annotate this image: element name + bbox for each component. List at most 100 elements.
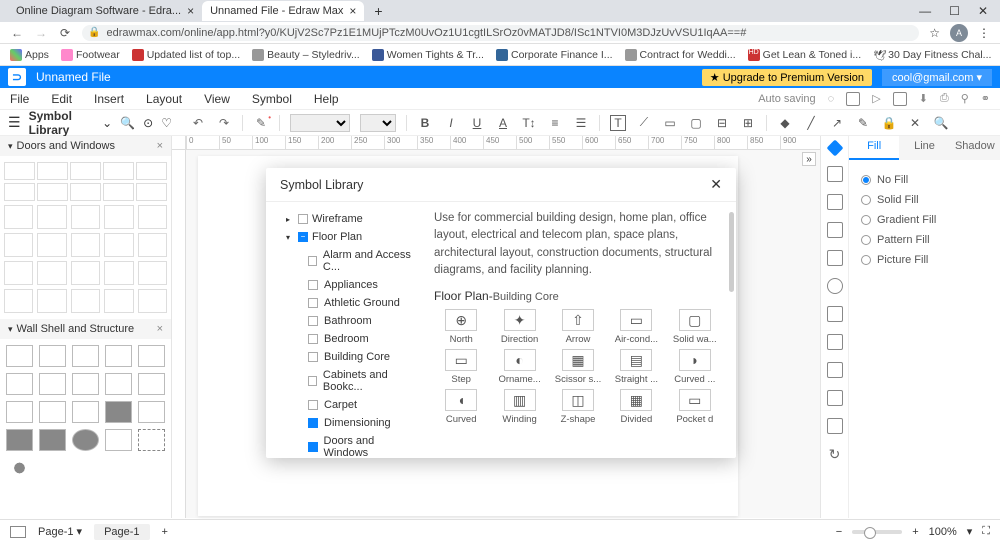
shape-item[interactable] bbox=[72, 345, 99, 367]
line-tool-icon[interactable]: ╱ bbox=[803, 116, 819, 130]
checkbox-icon[interactable] bbox=[308, 316, 318, 326]
zoom-slider[interactable] bbox=[852, 530, 902, 534]
checkbox-icon[interactable] bbox=[308, 298, 318, 308]
menu-edit[interactable]: Edit bbox=[51, 92, 72, 106]
play-icon[interactable]: ▷ bbox=[872, 92, 880, 105]
symbol-item[interactable] bbox=[138, 233, 167, 257]
radio-icon[interactable] bbox=[861, 195, 871, 205]
radio-icon[interactable] bbox=[861, 235, 871, 245]
tree-item[interactable]: Carpet bbox=[278, 396, 416, 414]
shape-item[interactable] bbox=[138, 401, 165, 423]
symbol-item[interactable] bbox=[4, 183, 35, 201]
radio-icon[interactable] bbox=[861, 175, 871, 185]
tree-item[interactable]: Alarm and Access C... bbox=[278, 246, 416, 276]
collab-icon[interactable]: ⚭ bbox=[981, 92, 990, 105]
symbol-preview[interactable]: ⇧Arrow bbox=[551, 309, 605, 345]
share-icon[interactable]: ⚲ bbox=[961, 92, 969, 105]
symbol-item[interactable] bbox=[37, 183, 68, 201]
target-icon[interactable]: ⊙ bbox=[143, 116, 153, 130]
bookmark-item[interactable]: Updated list of top... bbox=[132, 49, 240, 61]
quick-align-icon[interactable] bbox=[827, 222, 843, 238]
profile-avatar[interactable]: A bbox=[950, 24, 968, 42]
shape-item[interactable] bbox=[72, 373, 99, 395]
arrow-tool-icon[interactable]: ↗ bbox=[829, 116, 845, 130]
bookmark-item[interactable]: Women Tights & Tr... bbox=[372, 49, 484, 61]
reload-icon[interactable]: ⟳ bbox=[58, 26, 72, 40]
symbol-item[interactable] bbox=[4, 162, 35, 180]
checkbox-partial-icon[interactable]: − bbox=[298, 232, 308, 242]
star-icon[interactable]: ☆ bbox=[929, 26, 940, 40]
symbol-item[interactable] bbox=[104, 205, 133, 229]
symbol-preview[interactable]: ◖Curved bbox=[434, 389, 488, 425]
symbol-item[interactable] bbox=[71, 289, 100, 313]
quick-fill-icon[interactable] bbox=[826, 140, 843, 157]
ungroup-icon[interactable]: ⊟ bbox=[714, 116, 730, 130]
symbol-preview[interactable]: ▦Scissor s... bbox=[551, 349, 605, 385]
symbol-preview[interactable]: ◗Curved ... bbox=[668, 349, 722, 385]
tree-item[interactable]: Bedroom bbox=[278, 330, 416, 348]
checkbox-icon[interactable] bbox=[308, 352, 318, 362]
symbol-item[interactable] bbox=[37, 162, 68, 180]
toolbar-search-icon[interactable]: 🔍 bbox=[933, 116, 949, 130]
user-menu[interactable]: cool@gmail.com ▾ bbox=[882, 69, 992, 86]
shape-item[interactable] bbox=[105, 401, 132, 423]
app-logo-icon[interactable]: ⊃ bbox=[8, 68, 26, 86]
forward-icon[interactable]: → bbox=[34, 26, 48, 40]
checkbox-icon[interactable] bbox=[308, 400, 318, 410]
symbol-preview[interactable]: ⊕North bbox=[434, 309, 488, 345]
symbol-item[interactable] bbox=[138, 205, 167, 229]
bookmark-item[interactable]: Beauty – Styledriv... bbox=[252, 49, 360, 61]
minimize-icon[interactable]: — bbox=[919, 4, 931, 18]
shape-item[interactable] bbox=[39, 373, 66, 395]
quick-navigate-icon[interactable] bbox=[827, 194, 843, 210]
panel-expand-icon[interactable]: » bbox=[802, 152, 816, 166]
radio-icon[interactable] bbox=[861, 255, 871, 265]
symbol-preview[interactable]: ▭Pocket d bbox=[668, 389, 722, 425]
symbol-preview[interactable]: ▤Straight ... bbox=[609, 349, 663, 385]
symbol-item[interactable] bbox=[70, 183, 101, 201]
quick-gantt-icon[interactable] bbox=[827, 418, 843, 434]
symbol-item[interactable] bbox=[4, 289, 33, 313]
export-icon[interactable] bbox=[893, 92, 907, 106]
new-tab-button[interactable]: + bbox=[364, 3, 392, 19]
page-thumbnail-icon[interactable] bbox=[10, 526, 26, 538]
symbol-item[interactable] bbox=[103, 183, 134, 201]
shape-item[interactable] bbox=[72, 401, 99, 423]
close-icon[interactable]: × bbox=[349, 4, 356, 18]
quick-layout-icon[interactable] bbox=[827, 166, 843, 182]
tree-item[interactable]: Dimensioning bbox=[278, 414, 416, 432]
canvas[interactable]: » Symbol Library ✕ ▸Wireframe ▾−Floor Pl… bbox=[186, 150, 820, 518]
symbol-item[interactable] bbox=[136, 183, 167, 201]
underline-icon[interactable]: U bbox=[469, 116, 485, 130]
tab-fill[interactable]: Fill bbox=[849, 136, 899, 160]
bookmark-item[interactable]: HDGet Lean & Toned i... bbox=[748, 49, 861, 61]
back-icon[interactable]: ← bbox=[10, 26, 24, 40]
page-select[interactable]: Page-1 ▾ bbox=[38, 525, 82, 538]
radio-icon[interactable] bbox=[861, 215, 871, 225]
scrollbar[interactable] bbox=[729, 212, 734, 292]
symbol-preview[interactable]: ✦Direction bbox=[492, 309, 546, 345]
fill-option[interactable]: No Fill bbox=[861, 170, 988, 190]
symbol-item[interactable] bbox=[37, 261, 66, 285]
symbol-preview[interactable]: ◐Orname... bbox=[492, 349, 546, 385]
rounded-rect-icon[interactable]: ▢ bbox=[688, 116, 704, 130]
rect-icon[interactable]: ▭ bbox=[662, 116, 678, 130]
symbol-item[interactable] bbox=[138, 289, 167, 313]
print-icon[interactable]: ⎙ bbox=[940, 92, 949, 105]
checkbox-icon[interactable] bbox=[308, 442, 318, 452]
italic-icon[interactable]: I bbox=[443, 116, 459, 130]
symbol-item[interactable] bbox=[4, 261, 33, 285]
panel-header-doors[interactable]: ▾ Doors and Windows × bbox=[0, 136, 171, 156]
line-spacing-icon[interactable]: ☰ bbox=[573, 116, 589, 130]
browser-tab[interactable]: Online Diagram Software - Edra... × bbox=[8, 1, 202, 21]
symbol-item[interactable] bbox=[136, 162, 167, 180]
quick-hyperlink-icon[interactable] bbox=[827, 306, 843, 322]
format-painter-icon[interactable]: ✎• bbox=[253, 115, 269, 131]
tree-item[interactable]: Appliances bbox=[278, 276, 416, 294]
checkbox-icon[interactable] bbox=[308, 376, 317, 386]
quick-orgchart-icon[interactable] bbox=[827, 334, 843, 350]
browser-tab-active[interactable]: Unnamed File - Edraw Max × bbox=[202, 1, 364, 21]
heart-icon[interactable]: ♡ bbox=[161, 116, 172, 130]
redo-icon[interactable]: ↷ bbox=[216, 115, 232, 131]
fill-option[interactable]: Solid Fill bbox=[861, 190, 988, 210]
